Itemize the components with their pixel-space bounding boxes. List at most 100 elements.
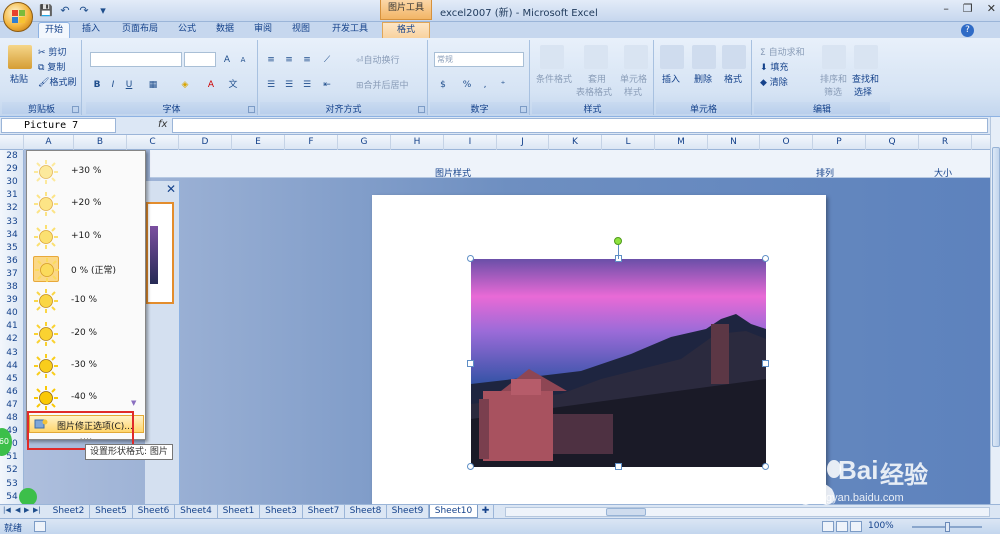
page-break-view-icon[interactable] bbox=[850, 521, 862, 532]
rotation-handle[interactable] bbox=[614, 237, 622, 245]
bold-button[interactable]: B bbox=[90, 77, 104, 91]
cell-styles-button[interactable]: 单元格 bbox=[620, 72, 647, 85]
insert-cells-icon[interactable] bbox=[660, 45, 684, 69]
column-header-l[interactable]: L bbox=[602, 135, 655, 150]
row-header-34[interactable]: 34 bbox=[0, 230, 24, 240]
next-sheet-icon[interactable]: ▶ bbox=[24, 506, 29, 514]
clipboard-launcher-icon[interactable] bbox=[72, 106, 79, 113]
font-color-icon[interactable]: A bbox=[204, 77, 218, 91]
column-header-b[interactable]: B bbox=[74, 135, 127, 150]
last-sheet-icon[interactable]: ▶| bbox=[33, 506, 41, 514]
delete-cells-icon[interactable] bbox=[692, 45, 716, 69]
column-header-j[interactable]: J bbox=[497, 135, 549, 150]
sheet-tab[interactable]: Sheet10 bbox=[429, 505, 478, 518]
undo-icon[interactable]: ↶ bbox=[57, 3, 73, 18]
column-header-e[interactable]: E bbox=[232, 135, 285, 150]
percent-button[interactable]: % bbox=[460, 77, 474, 91]
paste-icon[interactable] bbox=[8, 45, 32, 69]
increase-decimal-icon[interactable]: ⁺ bbox=[496, 77, 510, 91]
row-header-37[interactable]: 37 bbox=[0, 269, 24, 279]
indent-icon[interactable]: ⇤ bbox=[320, 77, 334, 91]
paste-button[interactable]: 粘贴 bbox=[10, 72, 28, 85]
row-header-53[interactable]: 53 bbox=[0, 479, 24, 489]
format-painter-button[interactable]: 🖌格式刷 bbox=[38, 75, 76, 88]
tab-insert[interactable]: 插入 bbox=[76, 22, 106, 38]
resize-handle-tl[interactable] bbox=[467, 255, 474, 262]
grow-font-button[interactable]: A bbox=[220, 52, 234, 66]
cut-button[interactable]: ✂ 剪切 bbox=[38, 45, 66, 58]
normal-view-icon[interactable] bbox=[822, 521, 834, 532]
shrink-font-button[interactable]: A bbox=[236, 52, 250, 66]
brightness-option[interactable]: -10 % bbox=[29, 285, 143, 315]
row-header-39[interactable]: 39 bbox=[0, 295, 24, 305]
first-sheet-icon[interactable]: |◀ bbox=[3, 506, 11, 514]
cell-styles-button-2[interactable]: 样式 bbox=[624, 85, 642, 98]
column-header-k[interactable]: K bbox=[549, 135, 602, 150]
row-header-35[interactable]: 35 bbox=[0, 243, 24, 253]
sheet-tab[interactable]: Sheet8 bbox=[345, 505, 387, 518]
row-header-41[interactable]: 41 bbox=[0, 321, 24, 331]
table-format-button-2[interactable]: 表格格式 bbox=[576, 85, 612, 98]
format-cells-icon[interactable] bbox=[722, 45, 746, 69]
menu-scroll-down-icon[interactable]: ▼ bbox=[131, 399, 136, 407]
brightness-option[interactable]: 0 % (正常) bbox=[29, 253, 143, 283]
resize-handle-left[interactable] bbox=[467, 360, 474, 367]
border-icon[interactable]: ▦ bbox=[146, 77, 160, 91]
insert-sheet-icon[interactable]: ✚ bbox=[478, 505, 494, 518]
tab-review[interactable]: 审阅 bbox=[248, 22, 278, 38]
row-header-29[interactable]: 29 bbox=[0, 164, 24, 174]
find-select-button-2[interactable]: 选择 bbox=[854, 85, 872, 98]
row-header-42[interactable]: 42 bbox=[0, 334, 24, 344]
alignment-launcher-icon[interactable] bbox=[418, 106, 425, 113]
row-header-33[interactable]: 33 bbox=[0, 217, 24, 227]
office-button[interactable] bbox=[3, 2, 33, 32]
number-format-combo[interactable]: 常规 bbox=[434, 52, 524, 67]
align-bottom-icon[interactable]: ≡ bbox=[300, 52, 314, 66]
close-button[interactable]: ✕ bbox=[987, 2, 996, 15]
table-format-icon[interactable] bbox=[584, 45, 608, 69]
brightness-option[interactable]: -40 % bbox=[29, 382, 143, 412]
row-header-48[interactable]: 48 bbox=[0, 413, 24, 423]
table-format-button[interactable]: 套用 bbox=[588, 72, 606, 85]
align-middle-icon[interactable]: ≡ bbox=[282, 52, 296, 66]
row-header-52[interactable]: 52 bbox=[0, 465, 24, 475]
formula-input[interactable] bbox=[172, 118, 988, 133]
zoom-slider-thumb[interactable] bbox=[945, 522, 950, 532]
wrap-text-button[interactable]: ⏎自动换行 bbox=[356, 53, 400, 66]
brightness-option[interactable]: +10 % bbox=[29, 221, 143, 251]
brightness-option[interactable]: +30 % bbox=[29, 156, 143, 186]
resize-handle-tr[interactable] bbox=[762, 255, 769, 262]
sort-filter-button[interactable]: 排序和 bbox=[820, 72, 847, 85]
column-header-c[interactable]: C bbox=[127, 135, 179, 150]
tab-page-layout[interactable]: 页面布局 bbox=[114, 22, 166, 38]
great-wall-picture[interactable] bbox=[471, 259, 766, 467]
sheet-tab[interactable]: Sheet6 bbox=[133, 505, 175, 518]
save-icon[interactable]: 💾 bbox=[38, 3, 54, 18]
find-select-icon[interactable] bbox=[854, 45, 878, 69]
currency-icon[interactable]: $ bbox=[436, 77, 450, 91]
close-icon[interactable]: ✕ bbox=[166, 182, 176, 196]
font-size-combo[interactable] bbox=[184, 52, 216, 67]
merge-center-button[interactable]: ⊞合并后居中 bbox=[356, 78, 409, 91]
row-header-46[interactable]: 46 bbox=[0, 387, 24, 397]
row-header-36[interactable]: 36 bbox=[0, 256, 24, 266]
sheet-tab[interactable]: Sheet4 bbox=[175, 505, 218, 518]
cell-styles-icon[interactable] bbox=[624, 45, 648, 69]
row-header-30[interactable]: 30 bbox=[0, 177, 24, 187]
column-header-r[interactable]: R bbox=[919, 135, 972, 150]
row-header-32[interactable]: 32 bbox=[0, 203, 24, 213]
underline-button[interactable]: U bbox=[122, 77, 136, 91]
sheet-tab[interactable]: Sheet9 bbox=[387, 505, 429, 518]
row-header-28[interactable]: 28 bbox=[0, 151, 24, 161]
row-header-44[interactable]: 44 bbox=[0, 361, 24, 371]
align-top-icon[interactable]: ≡ bbox=[264, 52, 278, 66]
tab-formulas[interactable]: 公式 bbox=[172, 22, 202, 38]
row-header-31[interactable]: 31 bbox=[0, 190, 24, 200]
tab-home[interactable]: 开始 bbox=[38, 22, 70, 38]
delete-cells-button[interactable]: 删除 bbox=[694, 72, 712, 85]
column-header-f[interactable]: F bbox=[285, 135, 338, 150]
vertical-scroll-thumb[interactable] bbox=[992, 147, 1000, 447]
horizontal-scroll-thumb[interactable] bbox=[606, 508, 646, 516]
font-name-combo[interactable] bbox=[90, 52, 182, 67]
sheet-tab[interactable]: Sheet1 bbox=[218, 505, 260, 518]
